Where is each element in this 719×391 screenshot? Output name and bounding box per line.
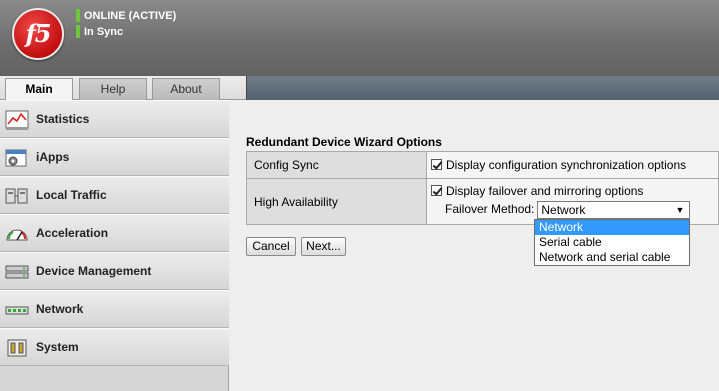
- row-label: Config Sync: [246, 151, 427, 179]
- sidebar-item-label: Device Management: [36, 264, 152, 278]
- breadcrumb-bar: [246, 76, 719, 100]
- tab-main[interactable]: Main: [5, 78, 73, 101]
- row-label: High Availability: [246, 178, 427, 225]
- dropdown-option-network[interactable]: Network: [535, 220, 689, 235]
- failover-checkbox-label[interactable]: Display failover and mirroring options: [446, 184, 643, 198]
- window-gear-icon: [5, 147, 29, 169]
- sidebar-item-label: System: [36, 340, 79, 354]
- failover-method-select[interactable]: Network ▼: [537, 201, 691, 219]
- sidebar-item-label: Network: [36, 302, 84, 316]
- sidebar-item-device-management[interactable]: Device Management: [0, 252, 229, 290]
- sidebar-item-acceleration[interactable]: Acceleration: [0, 214, 229, 252]
- sidebar-item-label: Statistics: [36, 112, 90, 126]
- config-sync-checkbox-label[interactable]: Display configuration synchronization op…: [446, 158, 686, 172]
- servers-icon: [5, 185, 29, 207]
- status-online: ONLINE (ACTIVE): [76, 9, 176, 23]
- sidebar-item-statistics[interactable]: Statistics: [0, 100, 229, 138]
- cancel-button[interactable]: Cancel: [246, 237, 296, 256]
- failover-checkbox[interactable]: [431, 185, 442, 196]
- sidebar-item-label: iApps: [36, 150, 70, 164]
- failover-method-label: Failover Method:: [445, 202, 535, 217]
- sync-bar-icon: [76, 25, 80, 38]
- sidebar-item-iapps[interactable]: iApps: [0, 138, 229, 176]
- section-title: Redundant Device Wizard Options: [246, 135, 442, 149]
- failover-method-dropdown: Network Serial cable Network and serial …: [534, 219, 690, 266]
- row-value: Display configuration synchronization op…: [426, 151, 719, 179]
- status-sync[interactable]: In Sync: [76, 25, 123, 39]
- options-table: Config Sync Display configuration synchr…: [246, 151, 719, 225]
- gauge-icon: [5, 223, 29, 245]
- next-button[interactable]: Next...: [301, 237, 346, 256]
- tab-help[interactable]: Help: [79, 78, 147, 100]
- system-icon: [5, 337, 29, 359]
- sidebar: Statistics iApps Local Traffic Accelerat…: [0, 100, 229, 391]
- status-bar-icon: [76, 9, 80, 22]
- sidebar-item-network[interactable]: Network: [0, 290, 229, 328]
- table-row: High Availability Display failover and m…: [246, 178, 719, 225]
- sidebar-item-label: Local Traffic: [36, 188, 107, 202]
- status-online-text: ONLINE (ACTIVE): [84, 10, 177, 22]
- dropdown-option-serial-cable[interactable]: Serial cable: [535, 235, 689, 250]
- sidebar-item-local-traffic[interactable]: Local Traffic: [0, 176, 229, 214]
- tab-about[interactable]: About: [152, 78, 220, 100]
- network-icon: [5, 299, 29, 321]
- config-sync-checkbox[interactable]: [431, 159, 442, 170]
- failover-method-value: Network: [541, 203, 586, 217]
- dropdown-option-network-and-serial[interactable]: Network and serial cable: [535, 250, 689, 265]
- row-value: Display failover and mirroring options F…: [426, 178, 719, 225]
- sidebar-item-system[interactable]: System: [0, 328, 229, 366]
- f5-logo: f5: [12, 8, 64, 60]
- status-sync-text[interactable]: In Sync: [84, 26, 123, 38]
- sidebar-item-label: Acceleration: [36, 226, 109, 240]
- dropdown-arrow-icon: ▼: [675, 205, 685, 215]
- header-banner: f5 ONLINE (ACTIVE) In Sync: [0, 0, 719, 76]
- table-row: Config Sync Display configuration synchr…: [246, 151, 719, 179]
- chart-icon: [5, 109, 29, 131]
- device-icon: [5, 261, 29, 283]
